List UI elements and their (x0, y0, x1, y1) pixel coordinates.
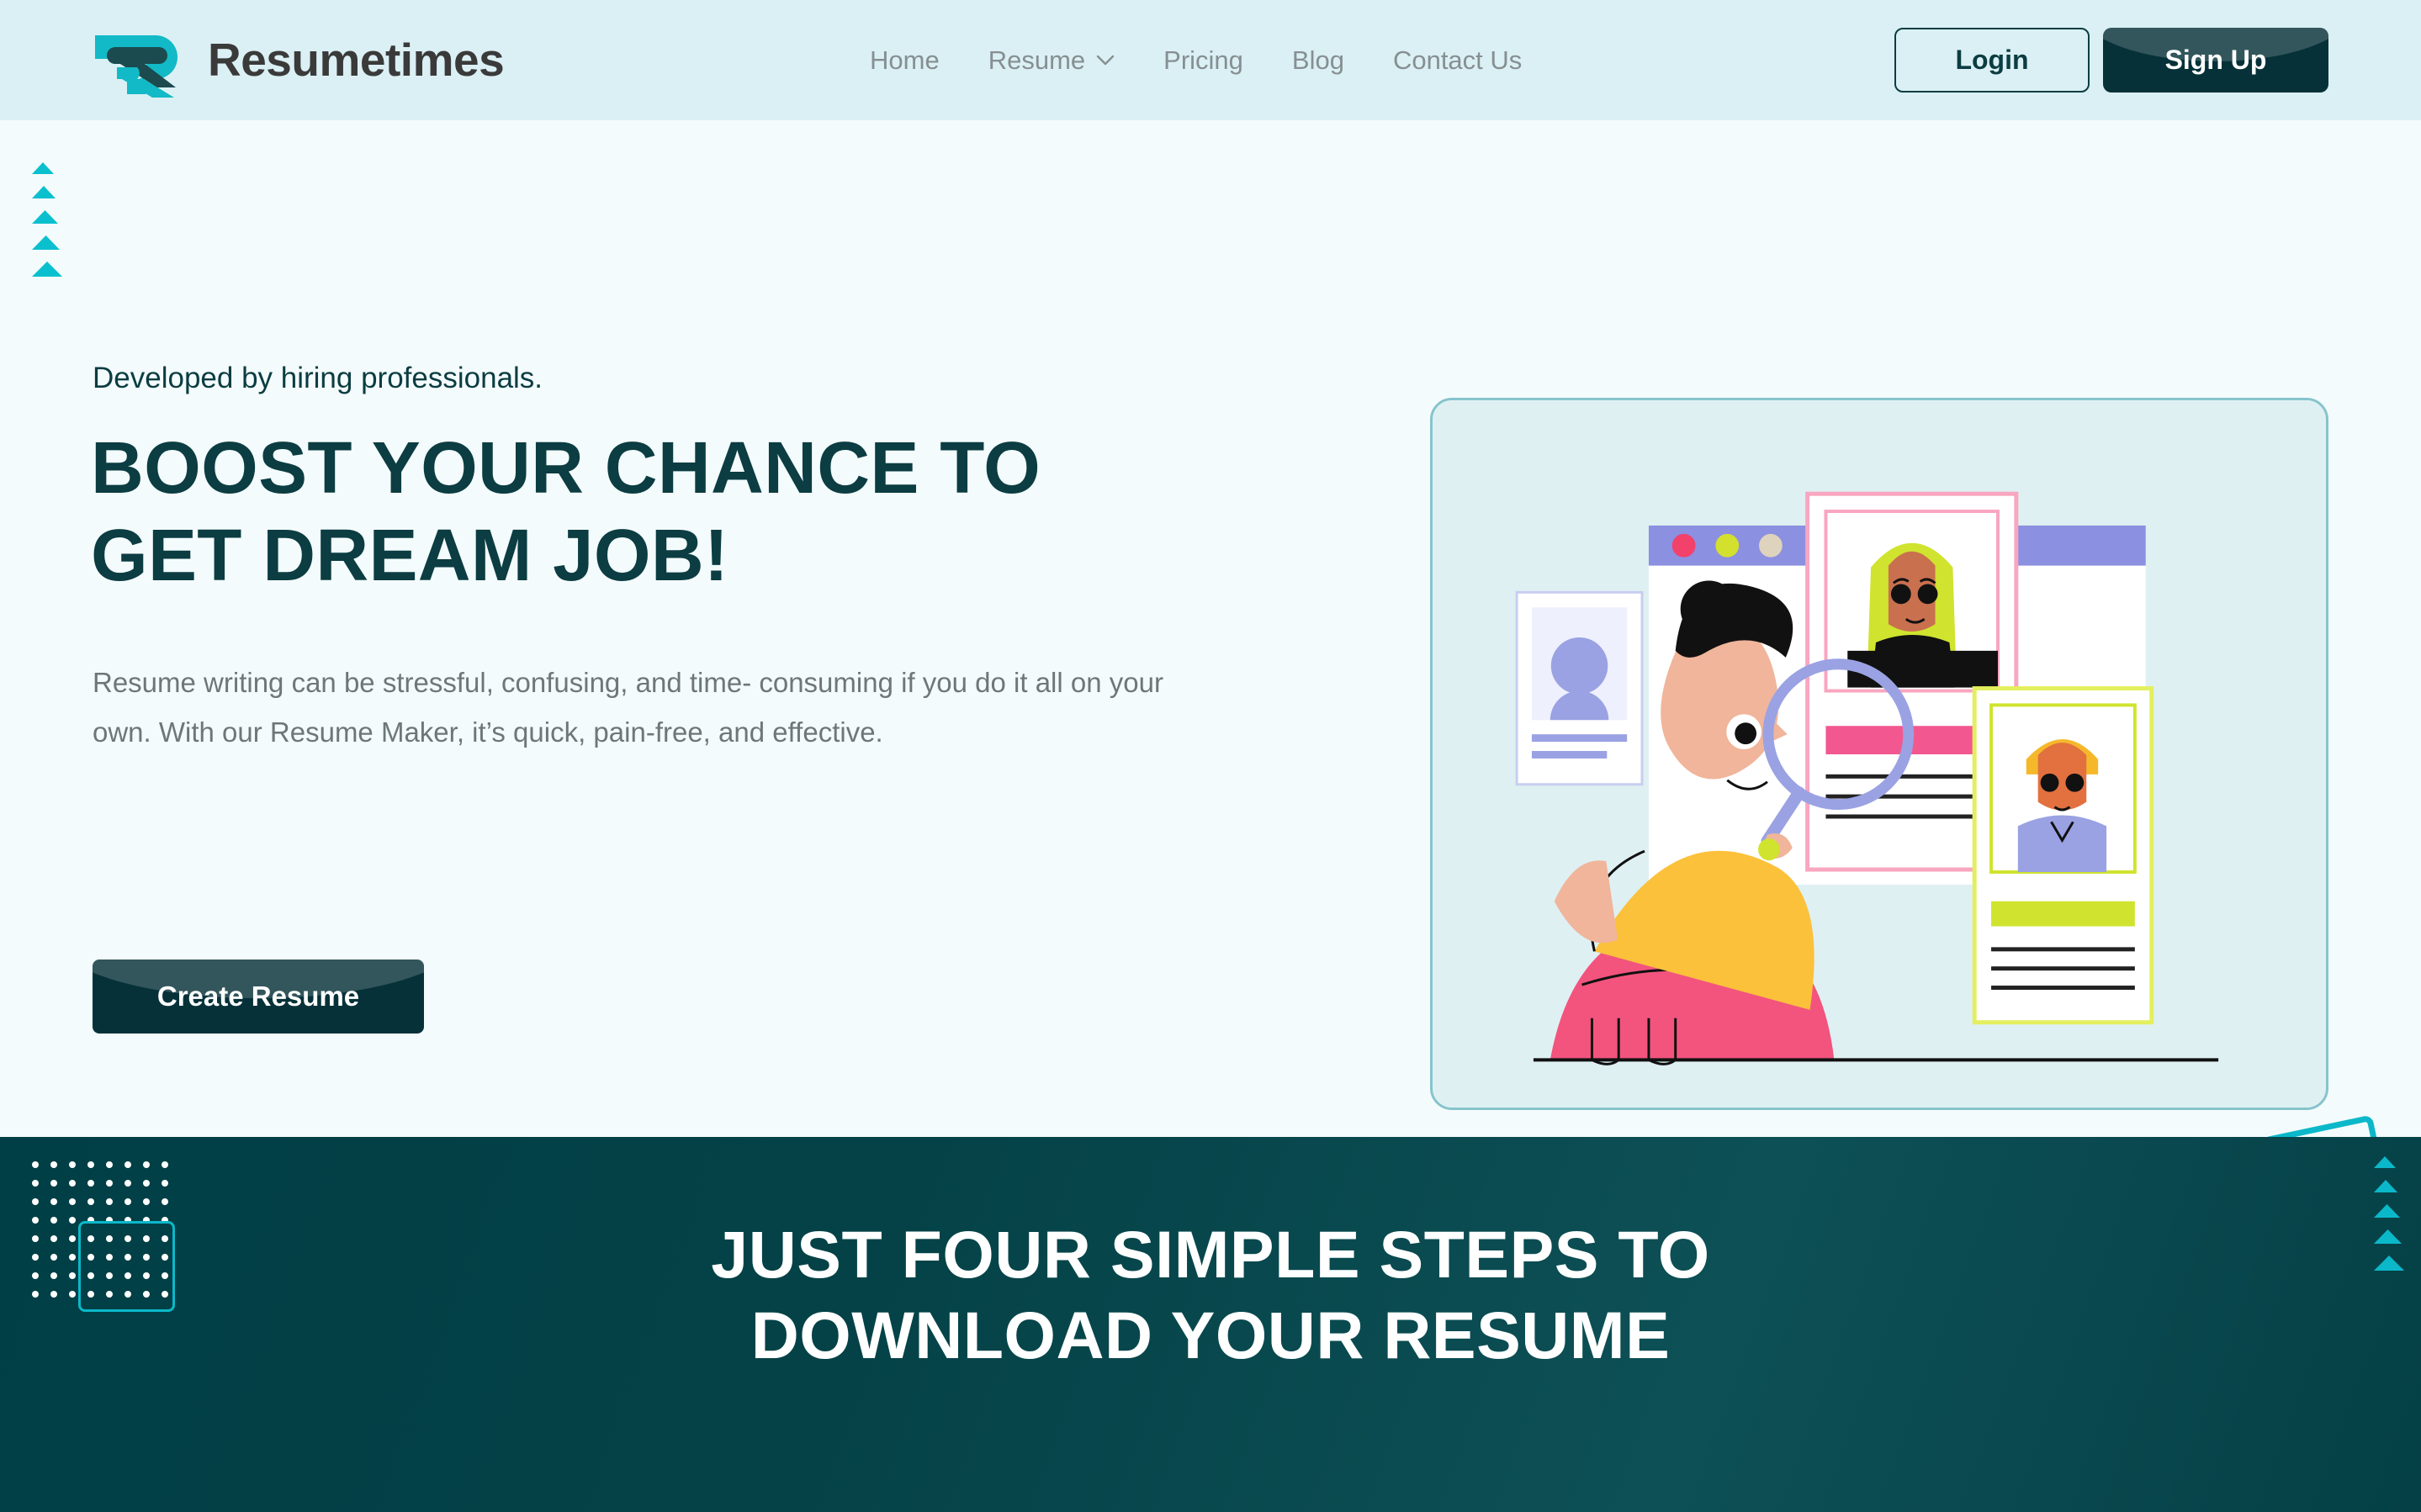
steps-title-line-1: JUST FOUR SIMPLE STEPS TO (711, 1217, 1710, 1292)
triangle-icon (2374, 1180, 2397, 1192)
nav-label: Pricing (1163, 45, 1243, 75)
decor-dot (87, 1198, 94, 1205)
hero-section: Developed by hiring professionals. BOOST… (0, 120, 2421, 1137)
hero-decor-triangles (32, 162, 62, 288)
decor-dot (50, 1161, 57, 1168)
steps-title-line-2: DOWNLOAD YOUR RESUME (750, 1297, 1671, 1372)
decor-dot (69, 1198, 76, 1205)
decor-dot (162, 1180, 168, 1187)
create-resume-button-label: Create Resume (156, 981, 360, 1012)
login-button[interactable]: Login (1894, 28, 2090, 93)
decor-dot (50, 1198, 57, 1205)
nav-label: Resume (988, 45, 1086, 75)
resumetimes-r-logo-icon (95, 35, 177, 98)
decor-dot (106, 1161, 113, 1168)
decor-dot (32, 1180, 39, 1187)
woman-with-magnifier-reviewing-resumes-illustration (1433, 400, 2326, 1108)
triangle-icon (32, 235, 60, 250)
hero-kicker: Developed by hiring professionals. (93, 362, 543, 394)
nav-item-contact-us[interactable]: Contact Us (1369, 47, 1546, 73)
auth-actions: Login Sign Up (1894, 28, 2328, 93)
decor-dot (106, 1180, 113, 1187)
triangle-icon (32, 262, 62, 277)
triangle-icon (32, 210, 58, 224)
decor-dot (69, 1180, 76, 1187)
hero-title-line-2: GET DREAM JOB! (91, 515, 729, 597)
triangle-icon (32, 186, 56, 198)
site-header: Resumetimes Home Resume Pricing Blog Con… (0, 0, 2421, 120)
hero-description: Resume writing can be stressful, confusi… (93, 667, 1163, 748)
decor-dot (87, 1161, 94, 1168)
nav-item-home[interactable]: Home (845, 47, 964, 73)
nav-item-pricing[interactable]: Pricing (1139, 47, 1268, 73)
nav-item-resume[interactable]: Resume (964, 47, 1139, 73)
decor-dot (124, 1180, 131, 1187)
hero-title: BOOST YOUR CHANCE TO GET DREAM JOB! (91, 425, 1269, 600)
nav-item-blog[interactable]: Blog (1268, 47, 1369, 73)
decor-dot (143, 1180, 150, 1187)
decor-dot (32, 1161, 39, 1168)
nav-label: Home (870, 45, 940, 75)
triangle-icon (2374, 1156, 2396, 1168)
decor-dot (69, 1161, 76, 1168)
brand-name: Resumetimes (208, 33, 505, 86)
brand-logo[interactable]: Resumetimes (88, 22, 505, 98)
steps-section: JUST FOUR SIMPLE STEPS TO DOWNLOAD YOUR … (0, 1137, 2421, 1512)
decor-dot (162, 1161, 168, 1168)
decor-dot (124, 1198, 131, 1205)
decor-dot (143, 1198, 150, 1205)
decor-dot (106, 1198, 113, 1205)
signup-button-label: Sign Up (2164, 45, 2267, 75)
hero-illustration-card (1430, 398, 2328, 1110)
create-resume-button[interactable]: Create Resume (93, 960, 424, 1034)
decor-dot (87, 1180, 94, 1187)
decor-dot (50, 1180, 57, 1187)
signup-button[interactable]: Sign Up (2103, 28, 2328, 93)
chevron-down-icon (1096, 55, 1115, 66)
decor-dot (143, 1161, 150, 1168)
steps-title: JUST FOUR SIMPLE STEPS TO DOWNLOAD YOUR … (0, 1214, 2421, 1375)
decor-dot (162, 1198, 168, 1205)
decor-dot (124, 1161, 131, 1168)
main-navigation: Home Resume Pricing Blog Contact Us (845, 0, 1546, 120)
nav-label: Contact Us (1392, 45, 1523, 75)
hero-title-line-1: BOOST YOUR CHANCE TO (91, 427, 1041, 509)
nav-label: Blog (1291, 45, 1344, 75)
hero-decor-square (2260, 1114, 2396, 1137)
decor-dot (32, 1198, 39, 1205)
decor-square-outline (2260, 1114, 2396, 1137)
triangle-icon (32, 162, 54, 174)
